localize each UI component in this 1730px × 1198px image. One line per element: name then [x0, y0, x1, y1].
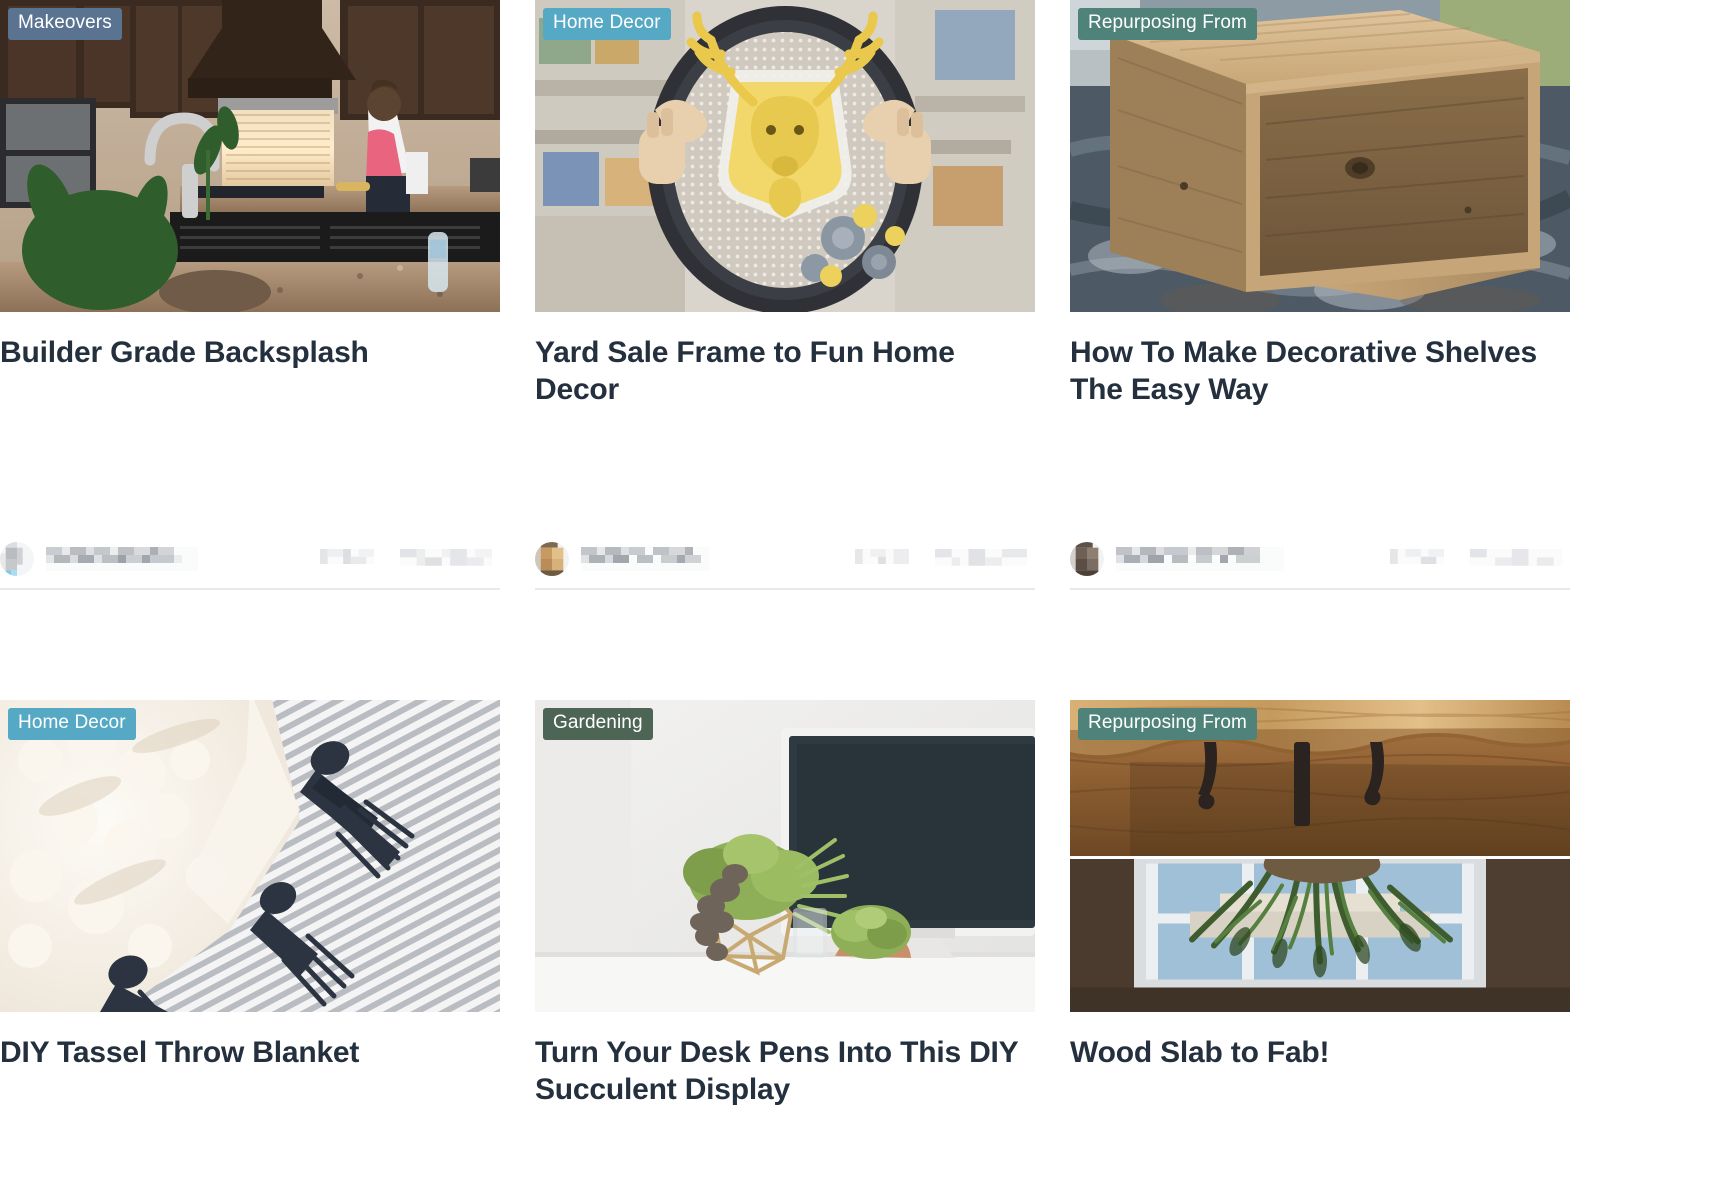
kitchen-remodel-photo	[0, 0, 500, 312]
stat-mosaic	[935, 549, 1027, 566]
card-divider	[535, 588, 1035, 590]
hanging-rhipsalis-plant-photo	[1070, 859, 1570, 1012]
stat-redacted	[1390, 549, 1444, 569]
project-card-grid: Makeovers Builder Grade Backsplash Home …	[0, 0, 1730, 1198]
stat-redacted	[400, 549, 492, 569]
card-title[interactable]: Wood Slab to Fab!	[1070, 1034, 1570, 1071]
author-name-mosaic	[1116, 547, 1284, 571]
card-meta-row	[535, 542, 1035, 588]
card-image[interactable]: Repurposing From	[1070, 0, 1570, 312]
author-name-redacted[interactable]	[46, 547, 198, 571]
author-name-redacted[interactable]	[581, 547, 709, 571]
avatar[interactable]	[535, 542, 569, 576]
stat-mosaic	[855, 549, 909, 565]
stat-redacted	[320, 549, 374, 569]
card-meta-row	[1070, 542, 1570, 588]
project-card[interactable]: Gardening Turn Your Desk Pens Into This …	[535, 700, 1035, 1198]
project-card[interactable]: Repurposing From How To Make Decorative …	[1070, 0, 1570, 590]
stat-redacted	[935, 549, 1027, 569]
author-name-mosaic	[581, 547, 709, 571]
project-card[interactable]: Makeovers Builder Grade Backsplash	[0, 0, 500, 590]
avatar-redacted-mosaic	[0, 542, 34, 576]
card-image[interactable]: Gardening	[535, 700, 1035, 1012]
card-title[interactable]: Turn Your Desk Pens Into This DIY Succul…	[535, 1034, 1035, 1108]
card-meta-row	[0, 542, 500, 588]
avatar[interactable]	[1070, 542, 1104, 576]
card-divider	[1070, 588, 1570, 590]
avatar-redacted-mosaic	[1070, 542, 1104, 576]
project-card[interactable]: Home Decor Yard Sale Frame to Fun Home D…	[535, 0, 1035, 590]
card-image-bottom	[1070, 856, 1570, 1012]
card-title[interactable]: How To Make Decorative Shelves The Easy …	[1070, 334, 1570, 408]
row-gap	[0, 590, 500, 700]
avatar-redacted-mosaic	[535, 542, 569, 576]
gold-deer-head-frame-photo	[535, 0, 1035, 312]
project-card[interactable]: Repurposing From Wood Slab to Fab!	[1070, 700, 1570, 1198]
stat-mosaic	[320, 549, 374, 565]
card-image[interactable]: Makeovers	[0, 0, 500, 312]
avatar[interactable]	[0, 542, 34, 576]
author-name-mosaic	[46, 547, 198, 571]
card-title[interactable]: DIY Tassel Throw Blanket	[0, 1034, 500, 1071]
author-name-redacted[interactable]	[1116, 547, 1284, 571]
reclaimed-wood-crate-photo	[1070, 0, 1570, 312]
card-image[interactable]: Home Decor	[0, 700, 500, 1012]
category-badge[interactable]: Repurposing From	[1078, 708, 1257, 740]
stat-mosaic	[1470, 549, 1562, 566]
category-badge[interactable]: Home Decor	[8, 708, 136, 740]
category-badge[interactable]: Home Decor	[543, 8, 671, 40]
category-badge[interactable]: Makeovers	[8, 8, 122, 40]
card-title[interactable]: Yard Sale Frame to Fun Home Decor	[535, 334, 1035, 408]
card-divider	[0, 588, 500, 590]
project-card[interactable]: Home Decor DIY Tassel Throw Blanket	[0, 700, 500, 1198]
succulent-display-photo	[535, 700, 1035, 1012]
row-gap	[1070, 590, 1570, 700]
card-image[interactable]: Home Decor	[535, 0, 1035, 312]
tassel-throw-blanket-photo	[0, 700, 500, 1012]
stat-redacted	[1470, 549, 1562, 569]
stat-redacted	[855, 549, 909, 569]
stat-mosaic	[400, 549, 492, 566]
card-title[interactable]: Builder Grade Backsplash	[0, 334, 500, 371]
category-badge[interactable]: Gardening	[543, 708, 653, 740]
card-image[interactable]: Repurposing From	[1070, 700, 1570, 1012]
category-badge[interactable]: Repurposing From	[1078, 8, 1257, 40]
row-gap	[535, 590, 1035, 700]
stat-mosaic	[1390, 549, 1444, 565]
